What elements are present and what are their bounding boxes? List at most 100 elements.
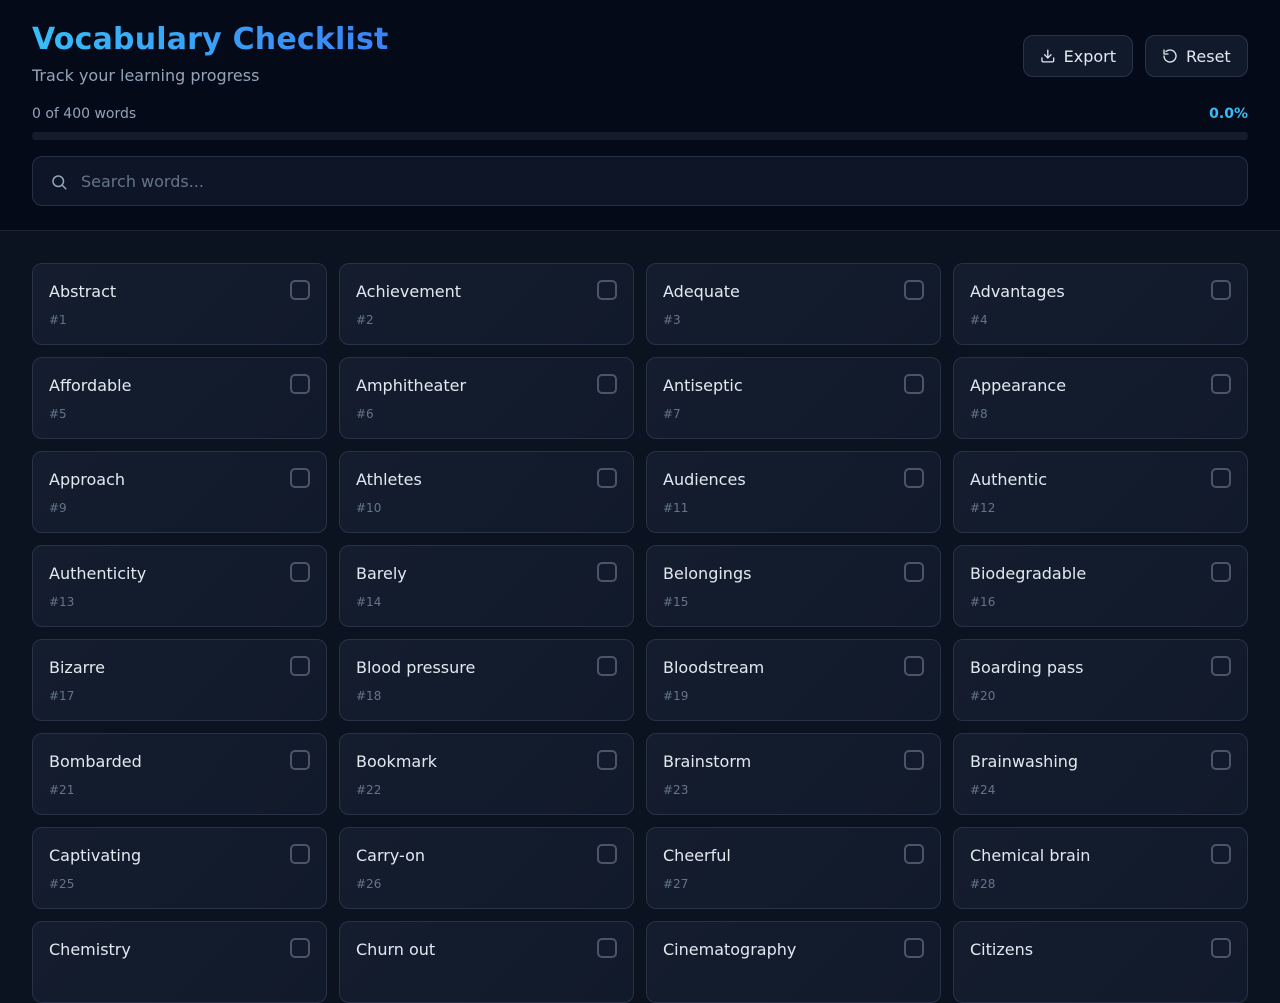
word-card[interactable]: Advantages #4 [953, 263, 1248, 345]
word-number: #2 [356, 313, 374, 327]
word-checkbox[interactable] [290, 750, 310, 770]
download-icon [1041, 49, 1055, 63]
search-input[interactable] [81, 157, 1231, 205]
word-number: #15 [663, 595, 689, 609]
word-checkbox[interactable] [597, 750, 617, 770]
word-grid: Abstract #1 Achievement #2 Adequate #3 Advanta… [32, 263, 1248, 1003]
word-label: Antiseptic [663, 376, 743, 395]
word-card[interactable]: Bookmark #22 [339, 733, 634, 815]
word-card[interactable]: Carry-on #26 [339, 827, 634, 909]
word-card[interactable]: Boarding pass #20 [953, 639, 1248, 721]
word-card[interactable]: Blood pressure #18 [339, 639, 634, 721]
word-card[interactable]: Affordable #5 [32, 357, 327, 439]
word-label: Boarding pass [970, 658, 1084, 677]
word-checkbox[interactable] [1211, 468, 1231, 488]
word-label: Chemical brain [970, 846, 1091, 865]
word-card[interactable]: Bloodstream #19 [646, 639, 941, 721]
word-card[interactable]: Cheerful #27 [646, 827, 941, 909]
word-card[interactable]: Appearance #8 [953, 357, 1248, 439]
word-label: Bloodstream [663, 658, 765, 677]
word-checkbox[interactable] [290, 468, 310, 488]
word-label: Cinematography [663, 940, 797, 959]
word-checkbox[interactable] [290, 562, 310, 582]
word-label: Brainstorm [663, 752, 752, 771]
word-checkbox[interactable] [597, 468, 617, 488]
word-card[interactable]: Achievement #2 [339, 263, 634, 345]
word-checkbox[interactable] [1211, 656, 1231, 676]
word-label: Abstract [49, 282, 117, 301]
word-card[interactable]: Audiences #11 [646, 451, 941, 533]
word-number: #21 [49, 783, 75, 797]
word-checkbox[interactable] [904, 562, 924, 582]
word-number: #28 [970, 877, 996, 891]
word-checkbox[interactable] [597, 374, 617, 394]
word-label: Biodegradable [970, 564, 1087, 583]
word-label: Carry-on [356, 846, 426, 865]
word-checkbox[interactable] [904, 750, 924, 770]
word-card[interactable]: Adequate #3 [646, 263, 941, 345]
word-label: Blood pressure [356, 658, 476, 677]
word-card[interactable]: Churn out [339, 921, 634, 1003]
word-card[interactable]: Antiseptic #7 [646, 357, 941, 439]
search-box[interactable] [32, 156, 1248, 206]
word-checkbox[interactable] [290, 938, 310, 958]
word-label: Bizarre [49, 658, 105, 677]
word-number: #11 [663, 501, 689, 515]
word-label: Advantages [970, 282, 1065, 301]
word-card[interactable]: Brainwashing #24 [953, 733, 1248, 815]
word-card[interactable]: Brainstorm #23 [646, 733, 941, 815]
word-card[interactable]: Amphitheater #6 [339, 357, 634, 439]
word-checkbox[interactable] [904, 280, 924, 300]
word-checkbox[interactable] [290, 844, 310, 864]
word-checkbox[interactable] [597, 280, 617, 300]
word-card[interactable]: Biodegradable #16 [953, 545, 1248, 627]
word-checkbox[interactable] [1211, 938, 1231, 958]
word-card[interactable]: Abstract #1 [32, 263, 327, 345]
word-card[interactable]: Citizens [953, 921, 1248, 1003]
search-icon [52, 175, 67, 190]
word-card[interactable]: Authenticity #13 [32, 545, 327, 627]
word-checkbox[interactable] [597, 656, 617, 676]
word-checkbox[interactable] [290, 656, 310, 676]
word-number: #26 [356, 877, 382, 891]
word-checkbox[interactable] [290, 280, 310, 300]
word-checkbox[interactable] [904, 468, 924, 488]
export-button[interactable]: Export [1023, 35, 1133, 77]
word-checkbox[interactable] [1211, 562, 1231, 582]
word-checkbox[interactable] [904, 656, 924, 676]
word-card[interactable]: Chemistry [32, 921, 327, 1003]
word-card[interactable]: Chemical brain #28 [953, 827, 1248, 909]
word-card[interactable]: Bizarre #17 [32, 639, 327, 721]
word-checkbox[interactable] [1211, 280, 1231, 300]
word-checkbox[interactable] [1211, 374, 1231, 394]
word-checkbox[interactable] [597, 938, 617, 958]
word-label: Bookmark [356, 752, 438, 771]
word-card[interactable]: Athletes #10 [339, 451, 634, 533]
word-card[interactable]: Approach #9 [32, 451, 327, 533]
word-label: Citizens [970, 940, 1034, 959]
word-label: Appearance [970, 376, 1067, 395]
reset-button[interactable]: Reset [1145, 35, 1248, 77]
word-checkbox[interactable] [597, 562, 617, 582]
word-card[interactable]: Captivating #25 [32, 827, 327, 909]
word-card[interactable]: Cinematography [646, 921, 941, 1003]
word-card[interactable]: Bombarded #21 [32, 733, 327, 815]
word-checkbox[interactable] [904, 938, 924, 958]
word-checkbox[interactable] [1211, 844, 1231, 864]
word-label: Churn out [356, 940, 436, 959]
word-checkbox[interactable] [904, 374, 924, 394]
word-label: Approach [49, 470, 126, 489]
word-label: Amphitheater [356, 376, 467, 395]
word-number: #18 [356, 689, 382, 703]
word-card[interactable]: Belongings #15 [646, 545, 941, 627]
word-checkbox[interactable] [597, 844, 617, 864]
word-label: Affordable [49, 376, 132, 395]
word-number: #22 [356, 783, 382, 797]
word-checkbox[interactable] [1211, 750, 1231, 770]
word-number: #12 [970, 501, 996, 515]
word-checkbox[interactable] [904, 844, 924, 864]
word-card[interactable]: Barely #14 [339, 545, 634, 627]
word-card[interactable]: Authentic #12 [953, 451, 1248, 533]
word-checkbox[interactable] [290, 374, 310, 394]
word-number: #25 [49, 877, 75, 891]
